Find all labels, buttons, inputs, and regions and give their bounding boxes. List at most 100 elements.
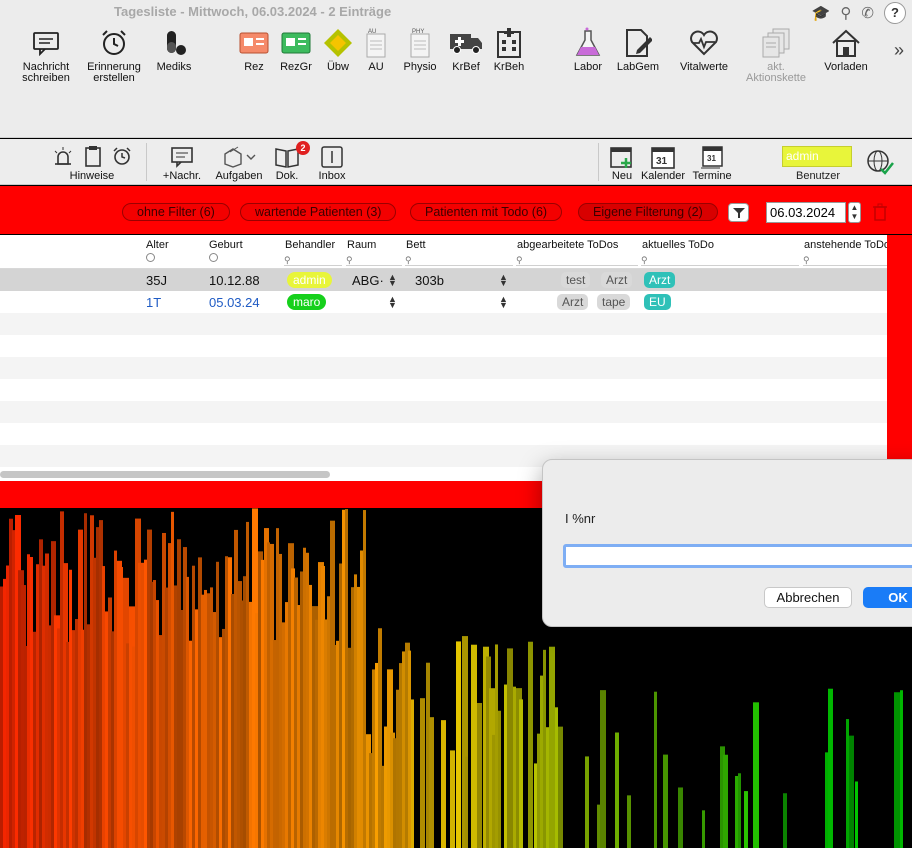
viz-bar bbox=[477, 702, 482, 848]
aufgaben-button[interactable]: Aufgaben bbox=[212, 145, 266, 182]
toolbar-vorladen-button[interactable]: Vorladen bbox=[820, 28, 872, 73]
column-header[interactable]: Alter bbox=[146, 239, 169, 251]
column-header[interactable]: Geburt bbox=[209, 239, 243, 251]
viz-bar bbox=[753, 702, 759, 848]
done-todo-tag[interactable]: Arzt bbox=[601, 272, 633, 288]
toolbar-mediks-button[interactable]: Mediks bbox=[152, 28, 196, 73]
filter-ohne-button[interactable]: ohne Filter (6) bbox=[122, 203, 230, 221]
column-header[interactable]: anstehende ToDos bbox=[804, 239, 887, 251]
column-header[interactable]: Raum bbox=[347, 239, 376, 251]
toolbar-labgem-button[interactable]: LabGem bbox=[614, 28, 662, 73]
current-todo-tag[interactable]: EU bbox=[644, 294, 671, 310]
toolbar-rezgr-button[interactable]: RezGr bbox=[278, 28, 314, 73]
trash-icon[interactable] bbox=[872, 203, 888, 224]
toolbar-krbef-button[interactable]: KrBef bbox=[448, 28, 484, 73]
viz-bar bbox=[678, 787, 683, 848]
neu-button[interactable]: Neu bbox=[606, 145, 638, 182]
dialog-input[interactable] bbox=[563, 544, 912, 568]
viz-bar bbox=[216, 561, 219, 848]
kalender-button[interactable]: 31 Kalender bbox=[638, 145, 688, 182]
termine-button[interactable]: 31 Termine bbox=[688, 145, 736, 182]
viz-bar bbox=[507, 648, 513, 848]
globe-check-icon[interactable] bbox=[866, 149, 894, 178]
ok-button[interactable]: OK bbox=[863, 587, 912, 608]
column-header[interactable]: abgearbeitete ToDos bbox=[517, 239, 618, 251]
column-header[interactable]: aktuelles ToDo bbox=[642, 239, 714, 251]
column-search[interactable]: ⚲ bbox=[346, 252, 402, 266]
viz-bar bbox=[558, 726, 563, 848]
prescription-icon bbox=[237, 28, 271, 58]
aufgaben-label: Aufgaben bbox=[215, 170, 263, 182]
viz-bar bbox=[408, 650, 411, 848]
cell-bett[interactable]: 303b bbox=[415, 273, 444, 288]
toolbar-nachricht-button[interactable]: Nachricht schreiben bbox=[14, 28, 78, 84]
horizontal-scrollbar[interactable] bbox=[0, 471, 330, 478]
message-icon bbox=[14, 28, 78, 58]
toolbar-aktionskette-button[interactable]: akt. Aktionskette bbox=[742, 28, 810, 84]
viz-bar bbox=[498, 710, 501, 848]
viz-bar bbox=[495, 644, 498, 848]
bett-stepper[interactable]: ▲ ▼ bbox=[499, 295, 508, 310]
cancel-button[interactable]: Abbrechen bbox=[764, 587, 852, 608]
cell-raum[interactable]: ABG· bbox=[352, 273, 384, 288]
date-stepper[interactable]: ▲ ▼ bbox=[848, 202, 861, 223]
filter-todo-button[interactable]: Patienten mit Todo (6) bbox=[410, 203, 563, 221]
column-header[interactable]: Behandler bbox=[285, 239, 335, 251]
alert-light-icon[interactable] bbox=[52, 146, 74, 169]
toolbar-uebw-button[interactable]: Übw bbox=[321, 28, 355, 73]
filter-eigene-button[interactable]: Eigene Filterung (2) bbox=[578, 203, 718, 221]
hinweise-group[interactable]: Hinweise bbox=[44, 145, 140, 182]
column-search[interactable]: ⚲ bbox=[405, 252, 513, 266]
toolbar-labor-button[interactable]: Labor bbox=[570, 27, 606, 73]
filter-wartende-button[interactable]: wartende Patienten (3) bbox=[240, 203, 397, 221]
toolbar-erinnerung-button[interactable]: Erinnerung erstellen bbox=[82, 28, 146, 84]
help-button[interactable]: ? bbox=[884, 2, 906, 24]
column-filter[interactable] bbox=[146, 253, 155, 262]
dok-count-badge: 2 bbox=[296, 141, 310, 155]
viz-bar bbox=[192, 565, 195, 848]
toolbar-au-button[interactable]: AU AU bbox=[362, 28, 390, 73]
done-todo-tag[interactable]: test bbox=[561, 272, 591, 288]
done-todo-tag[interactable]: tape bbox=[597, 294, 631, 310]
toolbar-vitalwerte-button[interactable]: Vitalwerte bbox=[674, 28, 734, 73]
current-todo-tag[interactable]: Arzt bbox=[644, 272, 676, 288]
table-row[interactable]: 35J 10.12.88 admin ABG· ▲ ▼ 303b ▲ ▼ test … bbox=[0, 269, 887, 291]
bett-stepper[interactable]: ▲ ▼ bbox=[499, 273, 508, 288]
viz-bar bbox=[855, 781, 858, 848]
viz-bar bbox=[738, 773, 741, 848]
toolbar-label: Labor bbox=[573, 61, 603, 73]
toolbar-label: Rez bbox=[244, 61, 264, 73]
document-icon: PHY bbox=[398, 28, 442, 58]
viz-bar bbox=[894, 692, 900, 848]
done-todo-tag[interactable]: Arzt bbox=[557, 294, 589, 310]
funnel-icon[interactable] bbox=[728, 203, 749, 222]
toolbar-physio-button[interactable]: PHY Physio bbox=[398, 28, 442, 73]
toolbar-rez-button[interactable]: Rez bbox=[237, 28, 271, 73]
toolbar-krbeh-button[interactable]: KrBeh bbox=[490, 28, 528, 73]
toolbar-overflow-button[interactable]: » bbox=[894, 40, 904, 61]
search-icon[interactable]: ⚲ bbox=[840, 4, 851, 22]
column-filter[interactable] bbox=[209, 253, 218, 262]
graduation-cap-icon[interactable]: 🎓 bbox=[812, 4, 831, 22]
phone-icon[interactable]: ✆ bbox=[861, 4, 874, 22]
table-row[interactable]: 1T 05.03.24 maro ▲ ▼ ▲ ▼ Arzt tape EU bbox=[0, 291, 887, 313]
date-field[interactable]: 06.03.2024 bbox=[766, 202, 846, 223]
toolbar-label: Vitalwerte bbox=[679, 61, 729, 73]
viz-bar bbox=[723, 754, 728, 848]
dok-button[interactable]: Dok. 2 bbox=[270, 141, 310, 182]
raum-stepper[interactable]: ▲ ▼ bbox=[388, 273, 397, 288]
nachr-button[interactable]: +Nachr. bbox=[158, 145, 206, 182]
column-search[interactable]: ⚲ bbox=[284, 252, 342, 266]
viz-bar bbox=[348, 647, 351, 848]
viz-bar bbox=[456, 641, 461, 848]
viz-bar bbox=[555, 707, 558, 848]
column-search[interactable]: ⚲ bbox=[516, 252, 638, 266]
column-search[interactable]: ⚲ bbox=[803, 252, 887, 266]
column-search[interactable]: ⚲ bbox=[641, 252, 799, 266]
user-field[interactable]: admin bbox=[782, 146, 852, 167]
clipboard-icon[interactable] bbox=[84, 145, 102, 170]
alarm-clock-icon[interactable] bbox=[112, 146, 132, 169]
raum-stepper[interactable]: ▲ ▼ bbox=[388, 295, 397, 310]
column-header[interactable]: Bett bbox=[406, 239, 426, 251]
inbox-button[interactable]: Inbox bbox=[314, 145, 350, 182]
